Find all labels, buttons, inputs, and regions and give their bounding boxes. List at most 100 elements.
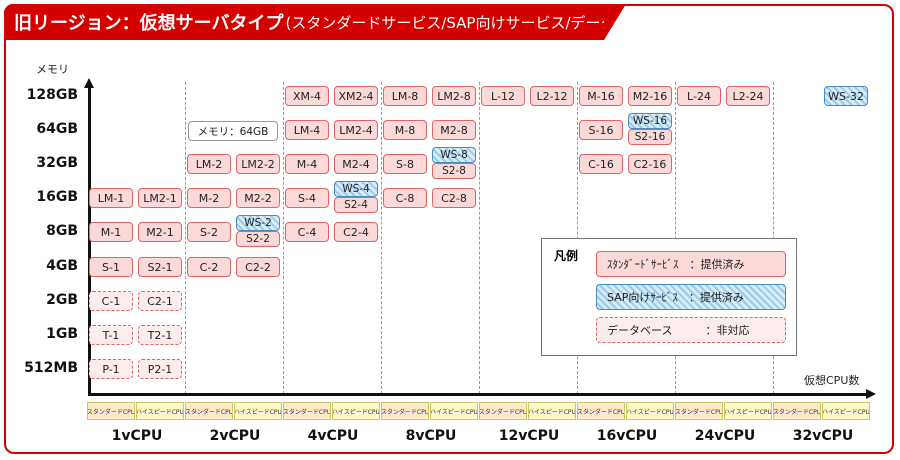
server-type-t-1: T-1 <box>89 325 133 345</box>
vcpu-label: 8vCPU <box>405 428 457 444</box>
vcpu-label: 24vCPU <box>694 428 756 444</box>
server-type-xm2-4: XM2-4 <box>334 86 378 106</box>
cpu-subtype-cell: スタンダードCPU <box>381 402 429 420</box>
server-type-t2-1: T2-1 <box>138 325 182 345</box>
server-type-s-4: S-4 <box>285 188 329 208</box>
vcpu-label: 32vCPU <box>792 428 854 444</box>
legend: 凡例 ｽﾀﾝﾀﾞｰﾄﾞｻｰﾋﾞｽ ：提供済み SAP向けｻｰﾋﾞｽ ：提供済み … <box>541 238 797 356</box>
server-type-m-1: M-1 <box>89 222 133 242</box>
server-type-c2-1: C2-1 <box>138 291 182 311</box>
server-type-m2-1: M2-1 <box>138 222 182 242</box>
server-type-m2-2: M2-2 <box>236 188 280 208</box>
server-type-s-8: S-8 <box>383 154 427 174</box>
server-type-c2-8: C2-8 <box>432 188 476 208</box>
server-type-c-8: C-8 <box>383 188 427 208</box>
server-type-lm-1: LM-1 <box>89 188 133 208</box>
server-type-s-2: S-2 <box>187 222 231 242</box>
server-type-c2-16: C2-16 <box>628 154 672 174</box>
server-type-l-24: L-24 <box>677 86 721 106</box>
vcpu-label: 12vCPU <box>498 428 560 444</box>
title-bar: 旧リージョン：仮想サーバタイプ (スタンダードサービス/SAP向けサービス/データ… <box>4 4 666 40</box>
cpu-subtype-cell: スタンダードCPU <box>577 402 625 420</box>
cpu-subtype-cell: スタンダードCPU <box>773 402 821 420</box>
x-axis-arrow <box>866 389 876 399</box>
vcpu-label: 16vCPU <box>596 428 658 444</box>
cpu-subtype-cell: スタンダードCPU <box>185 402 233 420</box>
memory-label: 1GB <box>46 326 78 342</box>
server-type-lm-4: LM-4 <box>285 120 329 140</box>
server-type-ws-8: WS-8 <box>432 147 476 163</box>
server-type-s2-16: S2-16 <box>628 129 672 145</box>
group-separator <box>185 82 186 394</box>
cpu-subtype-cell: ハイスピードCPU <box>528 402 576 420</box>
cpu-subtype-cell: ハイスピードCPU <box>234 402 282 420</box>
server-type-xm-4: XM-4 <box>285 86 329 106</box>
legend-title: 凡例 <box>554 249 579 263</box>
server-type-s-16: S-16 <box>579 120 623 140</box>
cpu-subtype-cell: ハイスピードCPU <box>430 402 478 420</box>
server-type-m2-16: M2-16 <box>628 86 672 106</box>
memory-label: 2GB <box>46 292 78 308</box>
server-type-c2-4: C2-4 <box>334 222 378 242</box>
vcpu-label: 4vCPU <box>307 428 359 444</box>
vcpu-label: 1vCPU <box>111 428 163 444</box>
memory-label: 16GB <box>36 189 78 205</box>
server-type-lm2-1: LM2-1 <box>138 188 182 208</box>
server-type-s2-1: S2-1 <box>138 257 182 277</box>
page-title: 旧リージョン：仮想サーバタイプ <box>14 13 284 34</box>
y-axis-arrow <box>84 78 94 88</box>
server-type-m-2: M-2 <box>187 188 231 208</box>
server-type-m2-4: M2-4 <box>334 154 378 174</box>
server-type-m2-8: M2-8 <box>432 120 476 140</box>
server-type-l-12: L-12 <box>481 86 525 106</box>
server-type-s2-2: S2-2 <box>236 231 280 247</box>
title-notch <box>604 4 626 40</box>
server-type-lm2-8: LM2-8 <box>432 86 476 106</box>
group-separator <box>283 82 284 394</box>
y-axis-label: メモリ <box>36 63 69 76</box>
server-type-l2-24: L2-24 <box>726 86 770 106</box>
server-type-m-4: M-4 <box>285 154 329 174</box>
cpu-subtype-cell: スタンダードCPU <box>675 402 723 420</box>
server-type-c-16: C-16 <box>579 154 623 174</box>
legend-sap: SAP向けｻｰﾋﾞｽ ：提供済み <box>596 284 786 310</box>
server-type-l2-12: L2-12 <box>530 86 574 106</box>
cpu-subtype-cell: ハイスピードCPU <box>822 402 870 420</box>
memory-label: 4GB <box>46 258 78 274</box>
server-type-c-1: C-1 <box>89 291 133 311</box>
x-axis <box>88 393 866 396</box>
memory-label: 128GB <box>26 87 78 103</box>
server-type-ws-2: WS-2 <box>236 215 280 231</box>
memory-note: メモリ：64GB <box>188 121 278 141</box>
memory-label: 512MB <box>24 360 78 376</box>
server-type-p2-1: P2-1 <box>138 359 182 379</box>
server-type-ws-16: WS-16 <box>628 113 672 129</box>
server-type-ws-32: WS-32 <box>824 86 868 106</box>
server-type-s-1: S-1 <box>89 257 133 277</box>
server-type-s2-4: S2-4 <box>334 197 378 213</box>
vcpu-label: 2vCPU <box>209 428 261 444</box>
legend-standard: ｽﾀﾝﾀﾞｰﾄﾞｻｰﾋﾞｽ ：提供済み <box>596 251 786 277</box>
cpu-subtype-cell: ハイスピードCPU <box>724 402 772 420</box>
server-type-lm-8: LM-8 <box>383 86 427 106</box>
cpu-subtype-cell: スタンダードCPU <box>283 402 331 420</box>
server-type-m-8: M-8 <box>383 120 427 140</box>
legend-database: データベース ：非対応 <box>596 317 786 343</box>
server-type-ws-4: WS-4 <box>334 181 378 197</box>
group-separator <box>381 82 382 394</box>
cpu-subtype-cell: スタンダードCPU <box>87 402 135 420</box>
group-separator <box>479 82 480 394</box>
memory-label: 8GB <box>46 223 78 239</box>
server-type-c-4: C-4 <box>285 222 329 242</box>
server-type-lm-2: LM-2 <box>187 154 231 174</box>
server-type-lm2-2: LM2-2 <box>236 154 280 174</box>
server-type-s2-8: S2-8 <box>432 163 476 179</box>
memory-label: 32GB <box>36 155 78 171</box>
cpu-subtype-cell: ハイスピードCPU <box>626 402 674 420</box>
server-type-c2-2: C2-2 <box>236 257 280 277</box>
server-type-lm2-4: LM2-4 <box>334 120 378 140</box>
cpu-subtype-cell: ハイスピードCPU <box>136 402 184 420</box>
server-type-c-2: C-2 <box>187 257 231 277</box>
memory-label: 64GB <box>36 121 78 137</box>
x-axis-label: 仮想CPU数 <box>804 374 860 387</box>
